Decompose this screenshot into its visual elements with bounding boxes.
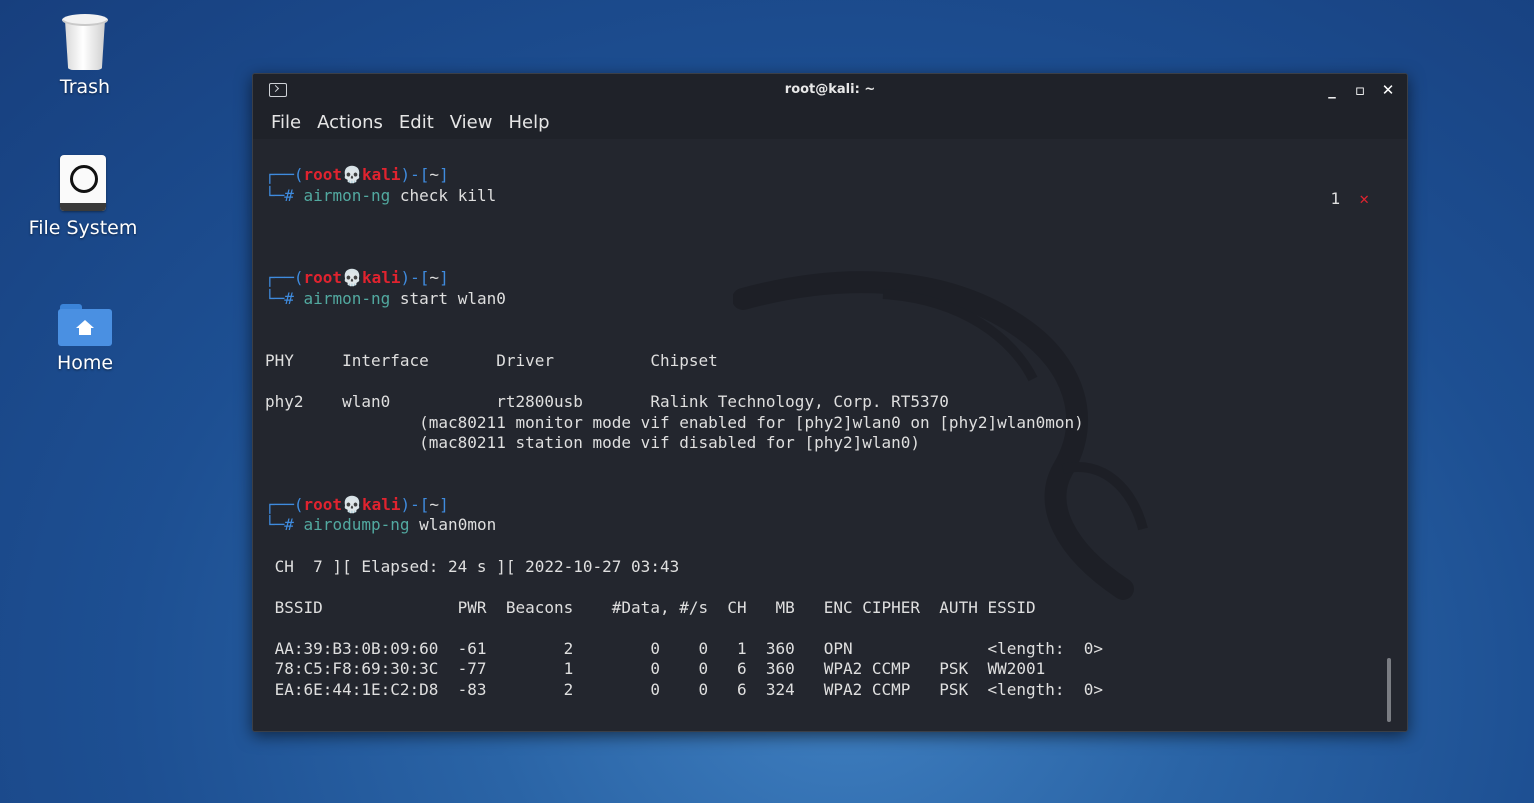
menu-bar: File Actions Edit View Help (253, 108, 1407, 139)
airmon-note: (mac80211 station mode vif disabled for … (265, 433, 921, 452)
drive-icon (60, 155, 106, 211)
minimize-button[interactable]: _ (1325, 81, 1339, 99)
title-bar[interactable]: root@kali: ~ _ ▫ ✕ (253, 74, 1407, 108)
desktop-icon-trash[interactable]: Trash (25, 14, 145, 98)
desktop-icon-label: File System (28, 217, 138, 239)
scrollbar[interactable] (1387, 658, 1391, 722)
airmon-row: phy2 wlan0 rt2800usb Ralink Technology, … (265, 392, 949, 411)
airmon-note: (mac80211 monitor mode vif enabled for [… (265, 413, 1084, 432)
command-line: └─# airmon-ng start wlan0 (265, 289, 506, 308)
exit-status-badge: 1 ✕ (1330, 189, 1369, 208)
desktop-icon-label: Home (56, 352, 114, 374)
menu-actions[interactable]: Actions (311, 108, 389, 139)
error-x-icon: ✕ (1359, 189, 1369, 208)
prompt-line: ┌──(root💀kali)-[~] (265, 268, 449, 287)
window-title: root@kali: ~ (784, 82, 876, 97)
menu-edit[interactable]: Edit (393, 108, 440, 139)
menu-view[interactable]: View (444, 108, 499, 139)
terminal-window: root@kali: ~ _ ▫ ✕ File Actions Edit Vie… (252, 73, 1408, 732)
menu-help[interactable]: Help (502, 108, 555, 139)
airodump-header: BSSID PWR Beacons #Data, #/s CH MB ENC C… (265, 598, 1036, 617)
airmon-header: PHY Interface Driver Chipset (265, 351, 718, 370)
table-row: EA:6E:44:1E:C2:D8 -83 2 0 0 6 324 WPA2 C… (265, 680, 1104, 699)
terminal-output[interactable]: ┌──(root💀kali)-[~] └─# airmon-ng check k… (253, 139, 1407, 731)
airodump-status: CH 7 ][ Elapsed: 24 s ][ 2022-10-27 03:4… (265, 557, 680, 576)
trash-icon (62, 14, 108, 70)
desktop-icon-home[interactable]: Home (25, 304, 145, 374)
home-folder-icon (58, 304, 112, 346)
desktop-icon-file-system[interactable]: File System (23, 155, 143, 239)
command-line: └─# airmon-ng check kill (265, 186, 497, 205)
command-line: └─# airodump-ng wlan0mon (265, 515, 497, 534)
desktop-icon-label: Trash (59, 76, 111, 98)
table-row: AA:39:B3:0B:09:60 -61 2 0 0 1 360 OPN <l… (265, 639, 1104, 658)
prompt-line: ┌──(root💀kali)-[~] (265, 495, 449, 514)
table-row: 78:C5:F8:69:30:3C -77 1 0 0 6 360 WPA2 C… (265, 659, 1046, 678)
maximize-button[interactable]: ▫ (1353, 81, 1367, 99)
prompt-line: ┌──(root💀kali)-[~] (265, 165, 449, 184)
close-button[interactable]: ✕ (1381, 81, 1395, 99)
menu-file[interactable]: File (265, 108, 307, 139)
